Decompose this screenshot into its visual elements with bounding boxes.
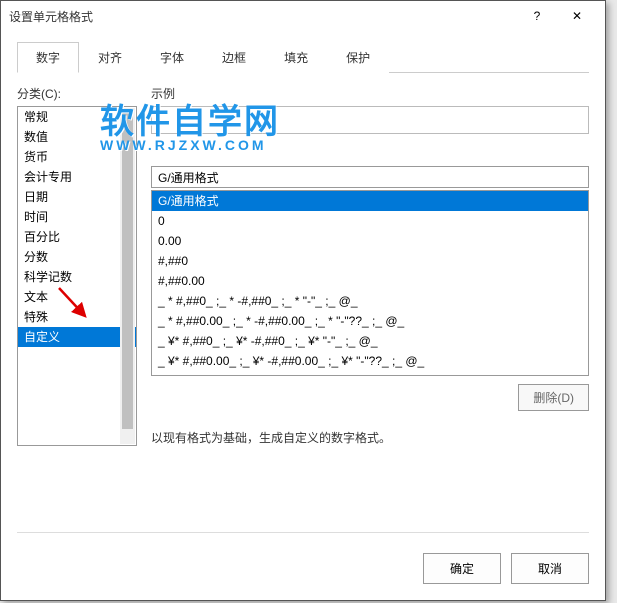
category-list[interactable]: 常规数值货币会计专用日期时间百分比分数科学记数文本特殊自定义 [17, 106, 137, 446]
left-panel: 分类(C): 常规数值货币会计专用日期时间百分比分数科学记数文本特殊自定义 [17, 85, 137, 532]
format-item[interactable]: #,##0.00 [152, 271, 588, 291]
titlebar: 设置单元格格式 ? ✕ [1, 1, 605, 31]
category-item[interactable]: 文本 [18, 287, 136, 307]
format-list[interactable]: G/通用格式00.00#,##0#,##0.00_ * #,##0_ ;_ * … [151, 190, 589, 376]
format-item[interactable]: _ * #,##0.00_ ;_ * -#,##0.00_ ;_ * "-"??… [152, 311, 588, 331]
tab-1[interactable]: 对齐 [79, 42, 141, 73]
category-label: 分类(C): [17, 85, 137, 102]
format-input-row [151, 166, 589, 188]
format-input[interactable] [151, 166, 589, 188]
delete-button[interactable]: 删除(D) [518, 384, 589, 411]
ok-button[interactable]: 确定 [423, 553, 501, 584]
format-item[interactable]: #,##0;-#,##0 [152, 371, 588, 376]
category-item[interactable]: 货币 [18, 147, 136, 167]
category-item[interactable]: 日期 [18, 187, 136, 207]
dialog-body: 数字对齐字体边框填充保护 分类(C): 常规数值货币会计专用日期时间百分比分数科… [1, 31, 605, 600]
category-item[interactable]: 自定义 [18, 327, 136, 347]
format-item[interactable]: 0.00 [152, 231, 588, 251]
cancel-button[interactable]: 取消 [511, 553, 589, 584]
category-item[interactable]: 时间 [18, 207, 136, 227]
example-label: 示例 [151, 85, 589, 102]
category-item[interactable]: 百分比 [18, 227, 136, 247]
scrollbar-thumb[interactable] [122, 110, 133, 429]
content: 分类(C): 常规数值货币会计专用日期时间百分比分数科学记数文本特殊自定义 示例… [17, 85, 589, 532]
tab-5[interactable]: 保护 [327, 42, 389, 73]
tab-3[interactable]: 边框 [203, 42, 265, 73]
format-item[interactable]: _ ¥* #,##0.00_ ;_ ¥* -#,##0.00_ ;_ ¥* "-… [152, 351, 588, 371]
tab-0[interactable]: 数字 [17, 42, 79, 73]
category-item[interactable]: 数值 [18, 127, 136, 147]
right-panel: 示例 G/通用格式00.00#,##0#,##0.00_ * #,##0_ ;_… [151, 85, 589, 532]
help-button[interactable]: ? [517, 1, 557, 31]
format-item[interactable]: _ * #,##0_ ;_ * -#,##0_ ;_ * "-"_ ;_ @_ [152, 291, 588, 311]
tab-2[interactable]: 字体 [141, 42, 203, 73]
format-item[interactable]: _ ¥* #,##0_ ;_ ¥* -#,##0_ ;_ ¥* "-"_ ;_ … [152, 331, 588, 351]
scrollbar[interactable] [120, 108, 135, 444]
category-item[interactable]: 分数 [18, 247, 136, 267]
dialog-title: 设置单元格格式 [9, 8, 517, 25]
category-item[interactable]: 常规 [18, 107, 136, 127]
format-cells-dialog: 设置单元格格式 ? ✕ 数字对齐字体边框填充保护 分类(C): 常规数值货币会计… [0, 0, 606, 601]
hint-text: 以现有格式为基础，生成自定义的数字格式。 [151, 429, 589, 446]
tab-4[interactable]: 填充 [265, 42, 327, 73]
tabs: 数字对齐字体边框填充保护 [17, 41, 589, 73]
example-box [151, 106, 589, 134]
format-item[interactable]: #,##0 [152, 251, 588, 271]
format-item[interactable]: G/通用格式 [152, 191, 588, 211]
footer: 确定 取消 [17, 532, 589, 584]
category-item[interactable]: 特殊 [18, 307, 136, 327]
close-button[interactable]: ✕ [557, 1, 597, 31]
format-item[interactable]: 0 [152, 211, 588, 231]
category-item[interactable]: 会计专用 [18, 167, 136, 187]
category-item[interactable]: 科学记数 [18, 267, 136, 287]
